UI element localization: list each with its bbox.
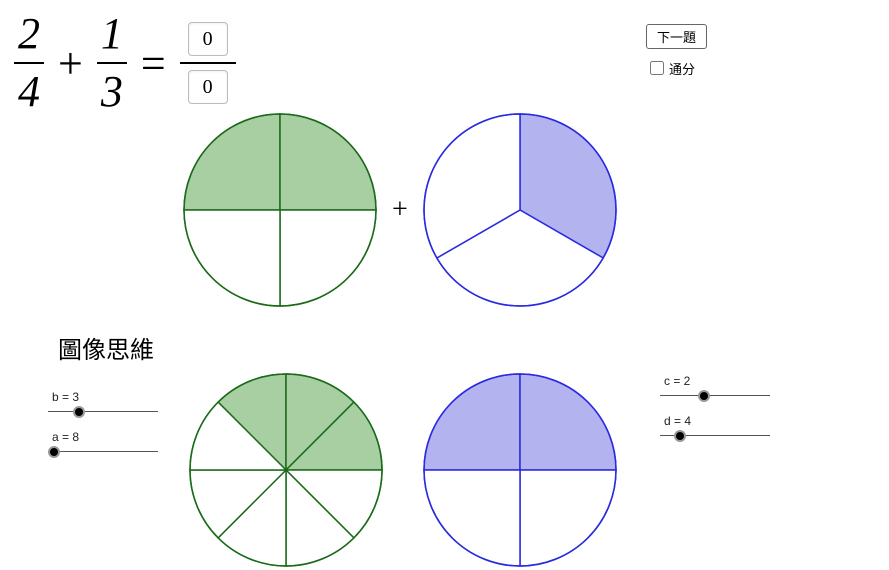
fraction-left-num: 2 (14, 10, 44, 58)
slider-a-track[interactable] (48, 446, 158, 458)
fraction-bar (97, 62, 127, 64)
slider-c-label: c = 2 (664, 374, 770, 388)
plus-symbol: + (392, 194, 408, 226)
pie-three-eighths (186, 370, 386, 570)
common-denominator-checkbox[interactable] (650, 61, 664, 75)
slider-d[interactable]: d = 4 (660, 414, 770, 442)
slider-a-label: a = 8 (52, 430, 158, 444)
next-button[interactable]: 下一題 (646, 24, 707, 49)
equals-sign: = (141, 38, 166, 89)
pie-two-fourths-bottom (420, 370, 620, 570)
slider-b[interactable]: b = 3 (48, 390, 158, 418)
fraction-equation: 2 4 + 1 3 = (14, 10, 236, 116)
answer-denominator-input[interactable] (188, 70, 228, 104)
slider-d-handle[interactable] (674, 430, 686, 442)
slider-c[interactable]: c = 2 (660, 374, 770, 402)
visual-thinking-heading: 圖像思維 (58, 330, 154, 365)
slider-group-right: c = 2 d = 4 (660, 374, 770, 454)
fraction-right-num: 1 (97, 10, 127, 58)
plus-operator: + (58, 38, 83, 89)
fraction-left-den: 4 (14, 68, 44, 116)
fraction-pies-row: + (180, 110, 620, 310)
slider-c-handle[interactable] (698, 390, 710, 402)
answer-fraction (180, 22, 236, 104)
slider-b-handle[interactable] (73, 406, 85, 418)
bottom-row: b = 3 a = 8 c = 2 d = 4 (0, 370, 889, 500)
common-denominator-label: 通分 (669, 59, 695, 78)
slider-b-label: b = 3 (52, 390, 158, 404)
slider-b-track[interactable] (48, 406, 158, 418)
common-denominator-checkbox-row[interactable]: 通分 (646, 58, 695, 78)
slider-d-track[interactable] (660, 430, 770, 442)
fraction-right: 1 3 (97, 10, 127, 116)
slider-d-label: d = 4 (664, 414, 770, 428)
fraction-right-den: 3 (97, 68, 127, 116)
slider-a[interactable]: a = 8 (48, 430, 158, 458)
slider-a-handle[interactable] (48, 446, 60, 458)
fraction-bar (180, 62, 236, 64)
answer-numerator-input[interactable] (188, 22, 228, 56)
slider-c-track[interactable] (660, 390, 770, 402)
slider-group-left: b = 3 a = 8 (48, 390, 158, 470)
fraction-left: 2 4 (14, 10, 44, 116)
pie-two-fourths (180, 110, 380, 310)
pie-one-third (420, 110, 620, 310)
fraction-bar (14, 62, 44, 64)
